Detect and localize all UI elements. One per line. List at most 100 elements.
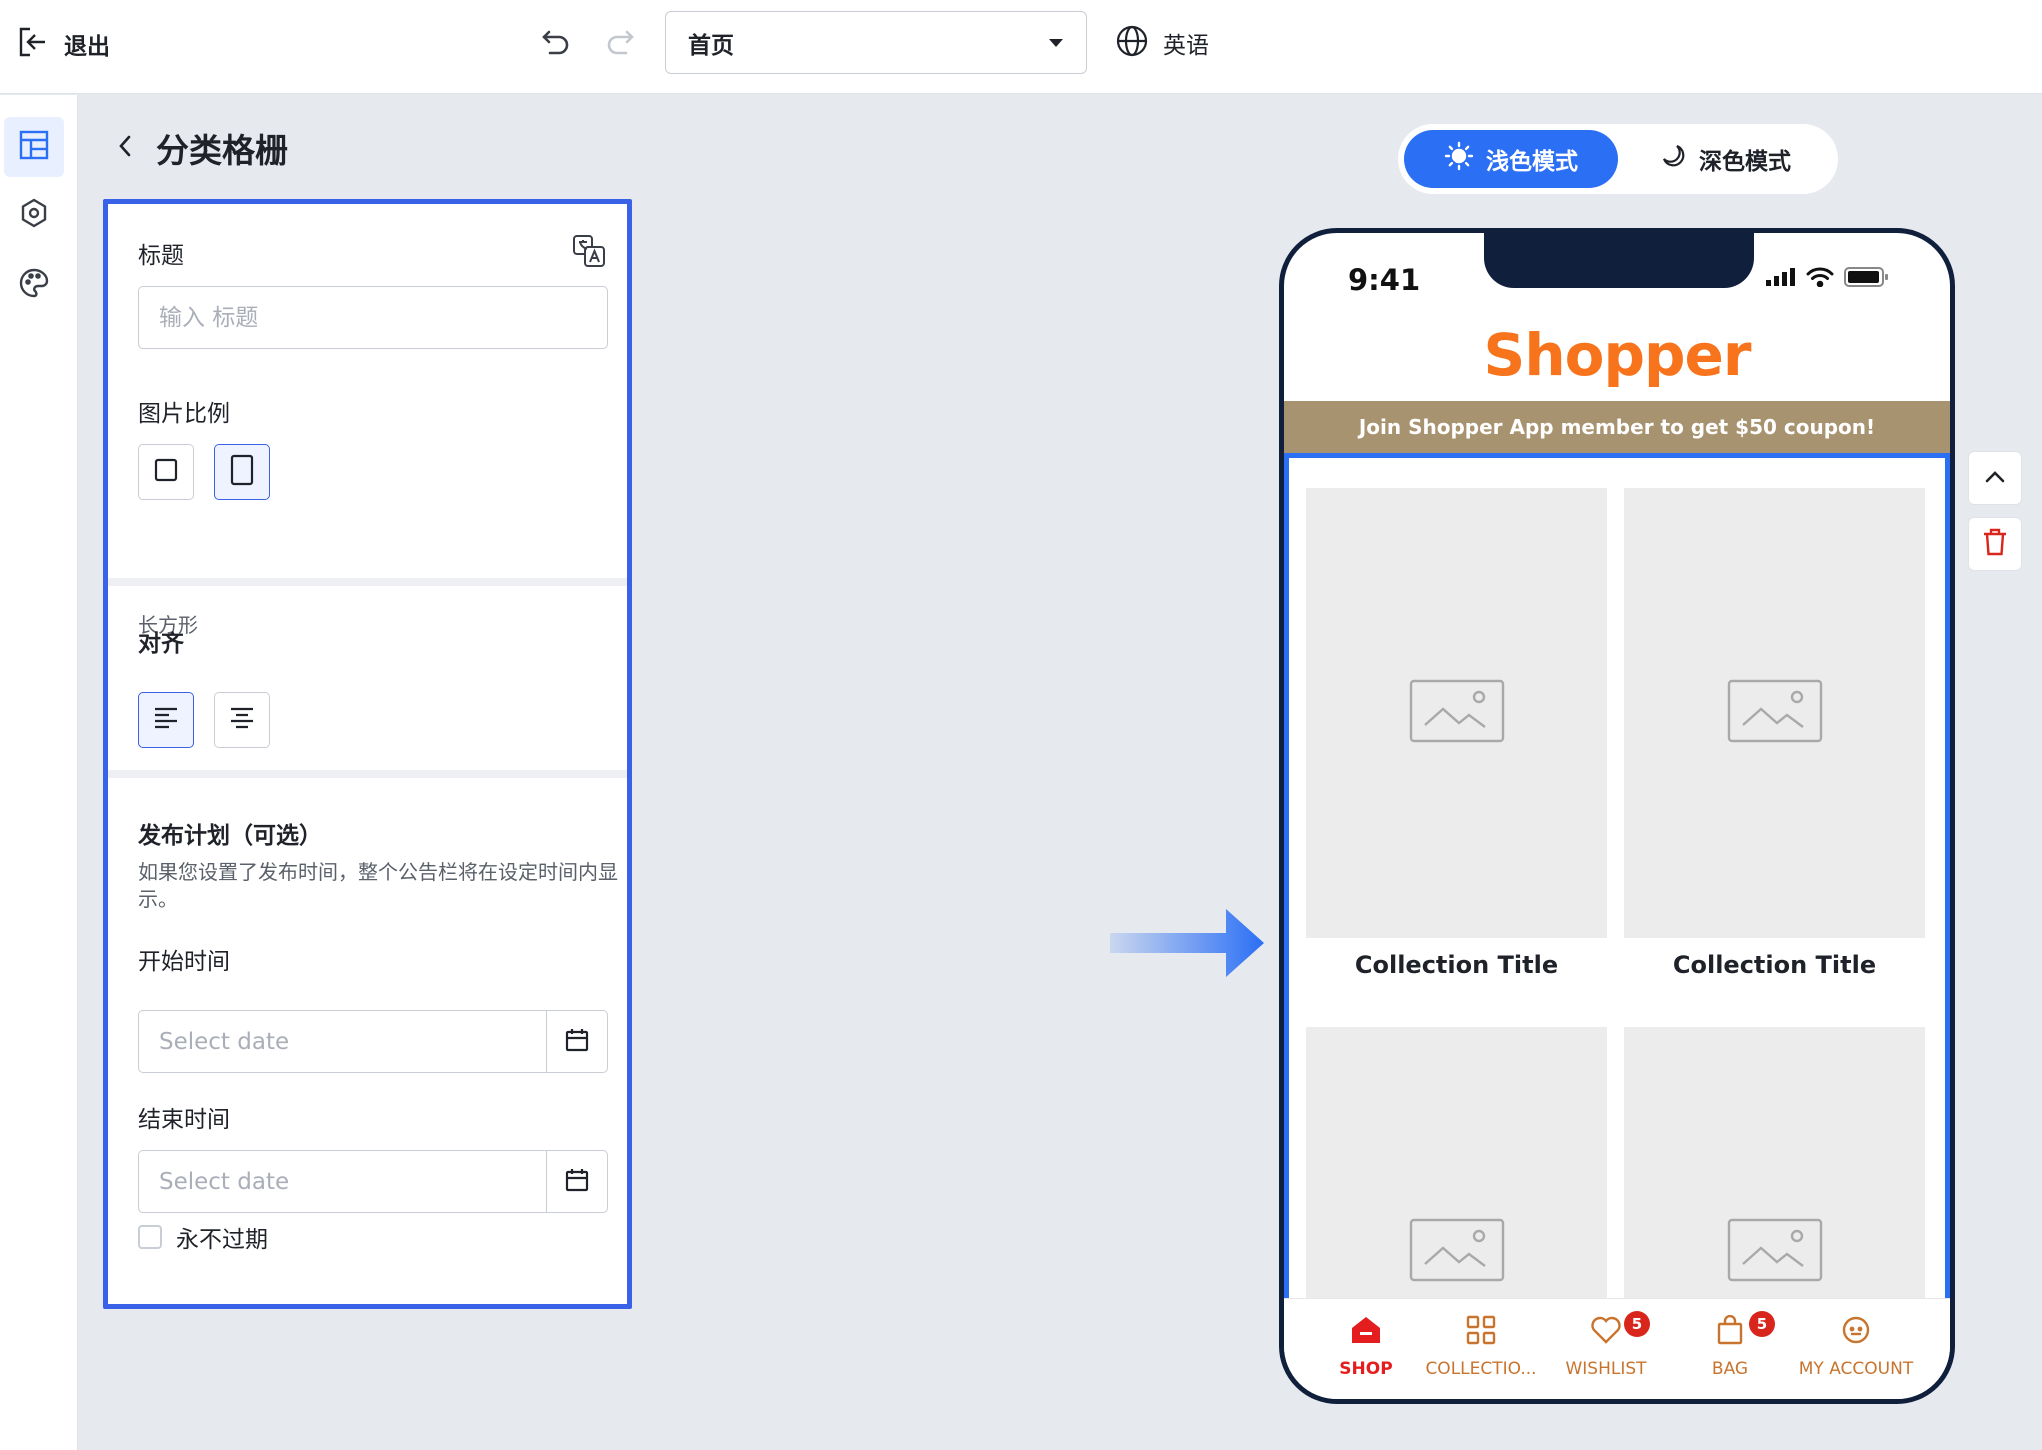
end-date-picker[interactable] — [138, 1150, 608, 1213]
home-icon — [1350, 1315, 1382, 1349]
bag-icon — [1715, 1314, 1745, 1349]
tab-bag-label: BAG — [1711, 1359, 1749, 1379]
image-placeholder-icon — [1727, 679, 1823, 747]
tab-collections-label: COLLECTIO... — [1425, 1359, 1537, 1379]
exit-icon — [18, 26, 48, 62]
dark-mode-label: 深色模式 — [1699, 149, 1791, 175]
start-date-picker[interactable] — [138, 1010, 608, 1073]
status-icons — [1766, 267, 1888, 291]
start-date-input[interactable] — [139, 1011, 547, 1072]
square-icon — [154, 458, 178, 486]
tab-wishlist-label: WISHLIST — [1565, 1359, 1647, 1379]
bottom-tab-bar: SHOP COLLECTIO... WISHLIST 5 BAG 5 MY AC… — [1284, 1298, 1950, 1399]
tab-my-account[interactable]: MY ACCOUNT — [1796, 1315, 1916, 1379]
rail-item-settings[interactable] — [4, 185, 64, 245]
collection-grid[interactable]: Collection Title Collection Title — [1284, 453, 1950, 1333]
exit-button[interactable]: 退出 — [18, 26, 110, 62]
schedule-description: 如果您设置了发布时间，整个公告栏将在设定时间内显示。 — [138, 860, 618, 911]
start-time-label: 开始时间 — [138, 949, 230, 975]
dark-mode-button[interactable]: 深色模式 — [1620, 130, 1832, 188]
wishlist-count-badge: 5 — [1624, 1311, 1650, 1337]
sun-icon — [1444, 141, 1474, 177]
align-left-button[interactable] — [138, 692, 194, 748]
battery-icon — [1844, 267, 1888, 291]
layout-icon — [18, 129, 50, 165]
collection-tile-image[interactable] — [1306, 488, 1607, 938]
never-expire-label: 永不过期 — [176, 1227, 268, 1253]
image-placeholder-icon — [1409, 1218, 1505, 1286]
back-chevron-icon[interactable] — [116, 133, 134, 163]
panel-header: 分类格栅 — [116, 124, 288, 172]
bag-count-badge: 5 — [1749, 1311, 1775, 1337]
globe-icon — [1115, 24, 1149, 62]
chevron-up-icon — [1984, 469, 2006, 488]
language-switch[interactable]: 英语 — [1115, 24, 1209, 62]
redo-icon[interactable] — [604, 26, 636, 62]
end-date-input[interactable] — [139, 1151, 547, 1212]
caret-down-icon — [1048, 33, 1064, 52]
light-mode-button[interactable]: 浅色模式 — [1404, 130, 1618, 188]
page-select-value: 首页 — [688, 32, 734, 59]
collection-tile-image[interactable] — [1624, 1027, 1925, 1333]
never-expire-checkbox[interactable] — [138, 1225, 162, 1249]
collection-tile-title: Collection Title — [1354, 951, 1559, 979]
hexagon-settings-icon — [18, 197, 50, 233]
collection-tile-title: Collection Title — [1672, 951, 1877, 979]
palette-icon — [18, 267, 50, 303]
align-center-icon — [228, 706, 256, 734]
tab-collections[interactable]: COLLECTIO... — [1421, 1315, 1541, 1379]
calendar-icon — [565, 1028, 589, 1056]
collection-tile-image[interactable] — [1306, 1027, 1607, 1333]
move-up-button[interactable] — [1968, 451, 2022, 505]
image-placeholder-icon — [1727, 1218, 1823, 1286]
theme-mode-toggle: 浅色模式 深色模式 — [1398, 124, 1838, 194]
align-center-button[interactable] — [214, 692, 270, 748]
exit-label: 退出 — [64, 34, 110, 60]
schedule-label: 发布计划（可选） — [138, 823, 322, 849]
settings-panel: 标题 图片比例 长方形 对齐 发布计划（可选） 如果您设置了发布时间，整个公告栏… — [103, 199, 632, 1309]
rail-item-theme[interactable] — [4, 255, 64, 315]
start-calendar-button[interactable] — [546, 1011, 607, 1072]
never-expire-option[interactable]: 永不过期 — [138, 1220, 268, 1254]
top-bar: 退出 首页 英语 — [0, 0, 2042, 94]
arrow-right-icon — [1108, 903, 1268, 987]
phone-notch — [1484, 233, 1754, 288]
signal-icon — [1766, 268, 1796, 290]
rail-item-sections[interactable] — [4, 117, 64, 177]
title-field-label: 标题 — [138, 243, 184, 269]
section-divider — [108, 770, 627, 778]
portrait-rectangle-icon — [230, 454, 254, 490]
phone-preview: 9:41 Shopper Join Shopper App member to … — [1279, 228, 1955, 1404]
status-time: 9:41 — [1348, 263, 1421, 297]
promo-banner[interactable]: Join Shopper App member to get $50 coupo… — [1284, 401, 1950, 453]
language-label: 英语 — [1163, 33, 1209, 59]
align-left-icon — [152, 706, 180, 734]
ratio-rectangle-button[interactable] — [214, 444, 270, 500]
panel-title: 分类格栅 — [156, 131, 288, 170]
wifi-icon — [1806, 267, 1834, 291]
collection-tile-image[interactable] — [1624, 488, 1925, 938]
tab-shop[interactable]: SHOP — [1306, 1315, 1426, 1379]
ratio-square-button[interactable] — [138, 444, 194, 500]
end-calendar-button[interactable] — [546, 1151, 607, 1212]
delete-button[interactable] — [1968, 517, 2022, 571]
undo-icon[interactable] — [540, 26, 572, 62]
calendar-icon — [565, 1168, 589, 1196]
page-select[interactable]: 首页 — [665, 11, 1087, 74]
translate-icon[interactable] — [572, 234, 606, 272]
alignment-label: 对齐 — [138, 631, 184, 657]
brand-logo: Shopper — [1483, 321, 1752, 389]
end-time-label: 结束时间 — [138, 1107, 230, 1133]
light-mode-label: 浅色模式 — [1486, 149, 1578, 175]
tab-shop-label: SHOP — [1339, 1359, 1393, 1379]
grid-icon — [1466, 1315, 1496, 1349]
tab-my-account-label: MY ACCOUNT — [1798, 1359, 1914, 1379]
moon-icon — [1661, 143, 1687, 175]
title-input[interactable] — [138, 286, 608, 349]
left-rail — [0, 95, 78, 1450]
image-ratio-label: 图片比例 — [138, 401, 230, 427]
image-placeholder-icon — [1409, 679, 1505, 747]
account-icon — [1841, 1315, 1871, 1349]
heart-icon — [1590, 1315, 1622, 1349]
trash-icon — [1982, 527, 2008, 561]
